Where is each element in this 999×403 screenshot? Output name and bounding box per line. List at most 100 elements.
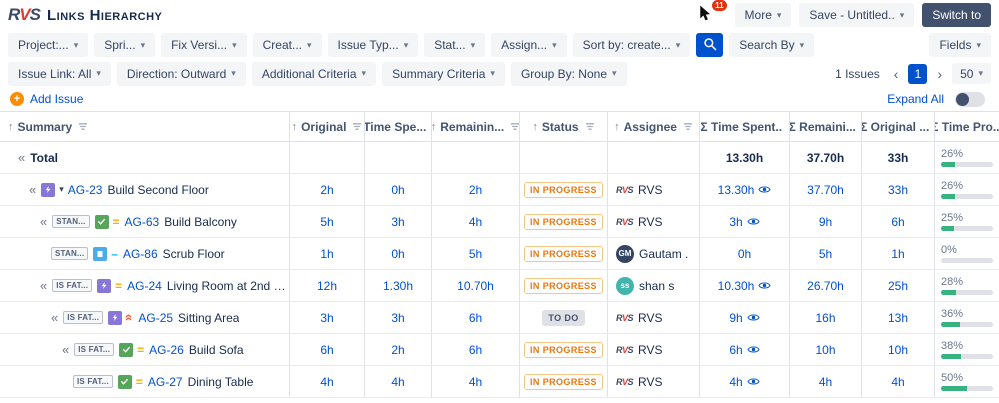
original-hours-value[interactable]: 4h	[320, 375, 333, 389]
eye-icon[interactable]	[747, 343, 760, 356]
sum-original-value[interactable]: 6h	[891, 215, 904, 229]
sum-remaining-value[interactable]: 37.70h	[807, 151, 844, 165]
more-button[interactable]: More ▾	[735, 3, 792, 27]
sum-time-spent-value[interactable]: 3h	[729, 215, 742, 229]
sum-time-spent-value[interactable]: 6h	[729, 343, 742, 357]
eye-icon[interactable]	[747, 215, 760, 228]
eye-icon[interactable]	[747, 311, 760, 324]
filter-button-stat[interactable]: Stat...▾	[424, 33, 485, 57]
column-filter-icon[interactable]	[510, 122, 520, 131]
search-by-button[interactable]: Search By ▾	[729, 33, 814, 57]
column-header-original[interactable]: ↑Original	[290, 112, 365, 141]
expand-all-link[interactable]: Expand All	[887, 92, 944, 106]
sum-original-value[interactable]: 33h	[888, 183, 908, 197]
original-hours-value[interactable]: 6h	[320, 343, 333, 357]
filter-button-fix-versi[interactable]: Fix Versi...▾	[161, 33, 247, 57]
collapse-toggle-icon[interactable]: «	[62, 342, 69, 357]
add-icon[interactable]: +	[10, 92, 24, 106]
column-header-remaini[interactable]: ↑Σ Remaini...	[790, 112, 862, 141]
sum-time-spent-value[interactable]: 10.30h	[718, 279, 755, 293]
column-header-summary[interactable]: ↑Summary	[0, 112, 290, 141]
original-hours-value[interactable]: 5h	[320, 215, 333, 229]
remaining-hours-value[interactable]: 5h	[469, 247, 482, 261]
add-issue-link[interactable]: Add Issue	[30, 92, 83, 106]
remaining-hours-value[interactable]: 10.70h	[457, 279, 494, 293]
column-header-time-spe[interactable]: ↑Time Spe...	[365, 112, 432, 141]
criteria-button-direction-outward[interactable]: Direction: Outward▾	[117, 62, 246, 86]
column-header-time-pro[interactable]: Σ Time Pro...	[935, 112, 999, 141]
filter-button-project[interactable]: Project:...▾	[8, 33, 88, 57]
column-header-assignee[interactable]: ↑Assignee	[608, 112, 700, 141]
original-hours-value[interactable]: 1h	[320, 247, 333, 261]
sum-original-value[interactable]: 25h	[888, 279, 908, 293]
sum-original-value[interactable]: 33h	[888, 151, 909, 165]
pagination-current-page[interactable]: 1	[908, 64, 927, 84]
notification-bell[interactable]: 11	[697, 5, 719, 25]
switch-to-button[interactable]: Switch to	[922, 3, 991, 27]
sum-time-spent-value[interactable]: 0h	[738, 247, 751, 261]
eye-icon[interactable]	[747, 375, 760, 388]
collapse-toggle-icon[interactable]: «	[18, 150, 25, 165]
sum-time-spent-value[interactable]: 4h	[729, 375, 742, 389]
sum-remaining-value[interactable]: 37.70h	[807, 183, 844, 197]
pagination-next[interactable]: ›	[933, 66, 946, 82]
remaining-hours-value[interactable]: 4h	[469, 215, 482, 229]
sum-remaining-value[interactable]: 4h	[819, 375, 832, 389]
sum-remaining-value[interactable]: 10h	[815, 343, 835, 357]
remaining-hours-value[interactable]: 4h	[469, 375, 482, 389]
sum-original-value[interactable]: 10h	[888, 343, 908, 357]
column-header-time-spent[interactable]: ↑Σ Time Spent..	[700, 112, 790, 141]
column-filter-icon[interactable]	[352, 122, 362, 131]
collapse-toggle-icon[interactable]: «	[51, 310, 58, 325]
sum-time-spent-value[interactable]: 13.30h	[718, 183, 755, 197]
original-hours-value[interactable]: 3h	[320, 311, 333, 325]
issue-key-link[interactable]: AG-27	[148, 375, 183, 389]
issue-key-link[interactable]: AG-23	[68, 183, 103, 197]
issue-key-link[interactable]: AG-24	[127, 279, 162, 293]
save-button[interactable]: Save - Untitled.. ▾	[799, 3, 914, 27]
criteria-button-additional-criteria[interactable]: Additional Criteria▾	[252, 62, 376, 86]
original-hours-value[interactable]: 2h	[320, 183, 333, 197]
eye-icon[interactable]	[758, 183, 771, 196]
sum-original-value[interactable]: 4h	[891, 375, 904, 389]
issue-key-link[interactable]: AG-86	[123, 247, 158, 261]
time-spent-hours-value[interactable]: 3h	[391, 215, 404, 229]
sum-remaining-value[interactable]: 9h	[819, 215, 832, 229]
remaining-hours-value[interactable]: 6h	[469, 343, 482, 357]
column-filter-icon[interactable]	[585, 122, 595, 131]
pagination-prev[interactable]: ‹	[890, 66, 903, 82]
criteria-button-summary-criteria[interactable]: Summary Criteria▾	[382, 62, 505, 86]
time-spent-hours-value[interactable]: 2h	[391, 343, 404, 357]
column-filter-icon[interactable]	[78, 122, 88, 131]
filter-button-issue-typ[interactable]: Issue Typ...▾	[328, 33, 419, 57]
sum-time-spent-value[interactable]: 13.30h	[726, 151, 763, 165]
criteria-button-group-by-none[interactable]: Group By: None▾	[511, 62, 627, 86]
collapse-toggle-icon[interactable]: «	[40, 278, 47, 293]
sum-remaining-value[interactable]: 16h	[815, 311, 835, 325]
filter-button-spri[interactable]: Spri...▾	[94, 33, 155, 57]
remaining-hours-value[interactable]: 6h	[469, 311, 482, 325]
search-button[interactable]	[696, 33, 723, 57]
sum-remaining-value[interactable]: 26.70h	[807, 279, 844, 293]
criteria-button-issue-link-all[interactable]: Issue Link: All▾	[8, 62, 111, 86]
time-spent-hours-value[interactable]: 0h	[391, 247, 404, 261]
filter-button-creat[interactable]: Creat...▾	[253, 33, 322, 57]
expand-all-toggle[interactable]	[955, 92, 985, 107]
collapse-toggle-icon[interactable]: «	[40, 214, 47, 229]
fields-button[interactable]: Fields ▾	[929, 33, 991, 57]
eye-icon[interactable]	[758, 279, 771, 292]
time-spent-hours-value[interactable]: 1.30h	[383, 279, 413, 293]
issue-key-link[interactable]: AG-25	[138, 311, 173, 325]
original-hours-value[interactable]: 12h	[317, 279, 337, 293]
remaining-hours-value[interactable]: 2h	[469, 183, 482, 197]
column-header-status[interactable]: ↑Status	[520, 112, 608, 141]
filter-button-sort-by-create[interactable]: Sort by: create...▾	[573, 33, 691, 57]
time-spent-hours-value[interactable]: 4h	[391, 375, 404, 389]
column-filter-icon[interactable]	[683, 122, 693, 131]
time-spent-hours-value[interactable]: 3h	[391, 311, 404, 325]
issue-key-link[interactable]: AG-63	[125, 215, 160, 229]
time-spent-hours-value[interactable]: 0h	[391, 183, 404, 197]
column-header-original[interactable]: ↑Σ Original ...	[862, 112, 935, 141]
collapse-toggle-icon[interactable]: «	[29, 182, 36, 197]
page-size-select[interactable]: 50 ▾	[952, 63, 991, 84]
